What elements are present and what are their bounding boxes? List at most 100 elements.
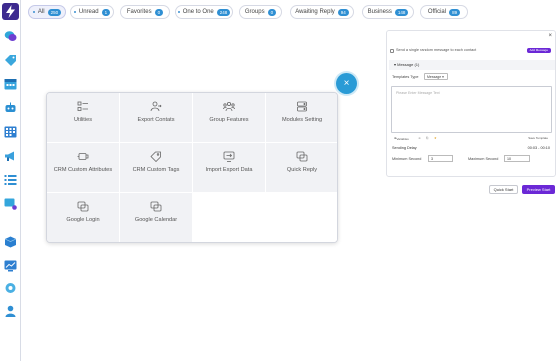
menu-item-import-export-data[interactable]: Import Export Data	[193, 143, 266, 193]
menu-item-label: CRM Custom Tags	[132, 167, 180, 173]
tab-label: Awaiting Reply	[295, 9, 335, 15]
tab-badge: 1	[101, 8, 111, 16]
tab-favorites[interactable]: Favorites 0	[120, 5, 170, 19]
message-textarea[interactable]: Please Enter Message Text	[391, 86, 552, 133]
menu-item-label: Import Export Data	[205, 167, 253, 173]
tag-icon[interactable]	[4, 54, 17, 66]
grid-icon[interactable]	[4, 126, 17, 138]
minimum-second-label: Minimum Second	[392, 157, 422, 161]
menu-item-quick-reply[interactable]: Quick Reply	[266, 143, 337, 193]
tab-dot	[73, 11, 76, 13]
message-toolbar: ⊕ Variables ☺ ⎘ ★ Save Template	[391, 135, 552, 141]
tab-badge: 94	[337, 8, 349, 16]
menu-item-group-features[interactable]: Group Features	[193, 93, 266, 143]
tab-all[interactable]: All 250	[28, 5, 66, 19]
close-menu-button[interactable]: ×	[336, 73, 357, 94]
tab-dot	[177, 11, 180, 13]
import-export-icon	[223, 151, 235, 162]
add-message-button[interactable]: Add Message	[526, 48, 551, 53]
emoji-icon[interactable]: ☺	[418, 136, 421, 140]
sending-delay-label: Sending Delay	[392, 146, 417, 150]
template-type-label: Templates Type	[392, 75, 419, 79]
close-icon: ×	[343, 77, 350, 89]
tab-unread[interactable]: Unread 1	[70, 5, 114, 19]
menu-item-label: CRM Custom Attributes	[53, 167, 113, 173]
menu-item-google-calendar[interactable]: Google Calendar	[120, 193, 193, 242]
menu-item-google-login[interactable]: Google Login	[47, 193, 120, 242]
group-features-icon	[223, 101, 235, 112]
menu-item-modules-setting[interactable]: Modules Setting	[266, 93, 337, 143]
settings-icon[interactable]	[4, 282, 17, 294]
modules-setting-icon	[296, 101, 308, 112]
google-calendar-icon	[150, 201, 162, 212]
attach-icon[interactable]: ⎘	[426, 136, 428, 140]
menu-item-label: Utilities	[73, 117, 93, 123]
menu-item-label: Quick Reply	[286, 167, 318, 173]
user-icon[interactable]	[4, 305, 17, 317]
tab-dot	[32, 11, 35, 13]
logo-icon[interactable]	[2, 3, 19, 20]
crm-attributes-icon	[77, 151, 89, 162]
panel-close-icon[interactable]: ×	[548, 33, 552, 39]
tab-badge: 0	[154, 8, 164, 16]
tab-label: Official	[427, 9, 447, 15]
menu-item-label: Modules Setting	[281, 117, 323, 123]
utilities-icon	[77, 101, 89, 112]
variables-button[interactable]: ⊕ Variables	[394, 136, 409, 141]
save-template-button[interactable]: Save Template	[528, 136, 548, 140]
app-root: All 250 Unread 1 Favorites 0 One to One …	[0, 0, 560, 361]
google-login-icon	[77, 201, 89, 212]
menu-item-label: Export Contats	[137, 117, 175, 123]
menu-empty-space	[193, 193, 337, 242]
tab-business[interactable]: Business 148	[362, 5, 414, 19]
maximum-second-input[interactable]: 10	[504, 155, 530, 162]
tab-label: Business	[367, 9, 392, 15]
left-sidebar	[0, 0, 21, 361]
quick-start-button[interactable]: Quick Start	[489, 185, 518, 194]
menu-item-crm-custom-attributes[interactable]: CRM Custom Attributes	[47, 143, 120, 193]
random-message-checkbox[interactable]	[390, 49, 394, 53]
crm-tags-icon	[150, 151, 162, 162]
chart-icon[interactable]	[4, 260, 17, 272]
tab-badge: 148	[394, 8, 409, 16]
sending-delay-value: 00:03 - 00:10	[527, 146, 550, 150]
tab-label: One to One	[182, 9, 214, 15]
minimum-second-input[interactable]: 3	[428, 155, 453, 162]
chat-icon[interactable]	[4, 30, 17, 42]
message-placeholder: Please Enter Message Text	[396, 91, 440, 95]
tab-groups[interactable]: Groups 0	[239, 5, 282, 19]
tab-badge: 0	[267, 8, 277, 16]
menu-item-utilities[interactable]: Utilities	[47, 93, 120, 143]
tab-badge: 89	[449, 8, 461, 16]
message-campaign-panel: × Send a single random message to each c…	[386, 30, 556, 177]
tab-awaiting-reply[interactable]: Awaiting Reply 94	[290, 5, 354, 19]
export-contacts-icon	[150, 101, 162, 112]
megaphone-icon[interactable]	[4, 150, 17, 162]
list-icon[interactable]	[4, 174, 17, 186]
menu-item-crm-custom-tags[interactable]: CRM Custom Tags	[120, 143, 193, 193]
tab-label: Unread	[78, 9, 99, 15]
tab-official[interactable]: Official 89	[420, 5, 468, 19]
tab-badge: 250	[47, 8, 62, 16]
message-section-title: ▾ Message (1)	[394, 62, 420, 67]
tab-label: Groups	[244, 9, 265, 15]
menu-item-label: Google Login	[66, 217, 100, 223]
quick-reply-icon	[296, 151, 308, 162]
tab-label: All	[37, 9, 45, 15]
preview-start-button[interactable]: Preview Start	[522, 185, 555, 194]
template-type-select[interactable]: Message ▾	[424, 73, 448, 80]
star-icon[interactable]: ★	[434, 136, 437, 140]
features-menu-popup: Utilities Export Contats Group Features …	[46, 92, 338, 243]
calendar-icon[interactable]	[4, 78, 17, 90]
message-section-header[interactable]: ▾ Message (1)	[389, 60, 555, 70]
menu-item-label: Group Features	[209, 117, 249, 123]
random-message-label: Send a single random message to each con…	[396, 48, 477, 52]
box-icon[interactable]	[4, 236, 17, 248]
tab-badge: 248	[216, 8, 231, 16]
media-icon[interactable]	[4, 198, 17, 212]
menu-item-label: Google Calendar	[134, 217, 178, 223]
menu-item-export-contacts[interactable]: Export Contats	[120, 93, 193, 143]
tab-one-to-one[interactable]: One to One 248	[175, 5, 233, 19]
bot-icon[interactable]	[4, 102, 17, 114]
tab-label: Favorites	[126, 9, 152, 15]
